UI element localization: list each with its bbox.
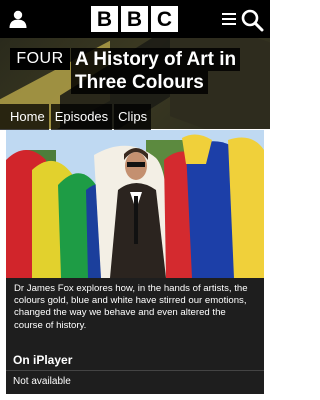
iplayer-panel: On iPlayer Not available [6, 348, 264, 394]
menu-icon[interactable] [222, 12, 236, 26]
logo-letter: C [151, 6, 178, 32]
availability-status: Not available [13, 376, 71, 387]
programme-nav: Home Episodes Clips [0, 104, 270, 130]
title-line: A History of Art in [71, 48, 241, 71]
programme-image [6, 130, 264, 278]
search-icon[interactable] [240, 8, 264, 32]
title-line: Three Colours [71, 71, 208, 94]
logo-letter: B [121, 6, 148, 32]
bbc-logo[interactable]: B B C [91, 6, 178, 32]
tab-clips[interactable]: Clips [114, 104, 152, 130]
channel-badge[interactable]: FOUR [10, 48, 70, 70]
iplayer-heading: On iPlayer [13, 353, 73, 367]
tab-home[interactable]: Home [0, 104, 49, 130]
page-title: A History of Art in Three Colours [71, 48, 267, 94]
divider [6, 370, 264, 371]
programme-description: Dr James Fox explores how, in the hands … [6, 278, 264, 348]
user-icon[interactable] [8, 9, 28, 29]
top-bar: B B C [0, 0, 270, 38]
presenter-photo [6, 130, 264, 278]
logo-letter: B [91, 6, 118, 32]
tab-episodes[interactable]: Episodes [50, 104, 113, 130]
